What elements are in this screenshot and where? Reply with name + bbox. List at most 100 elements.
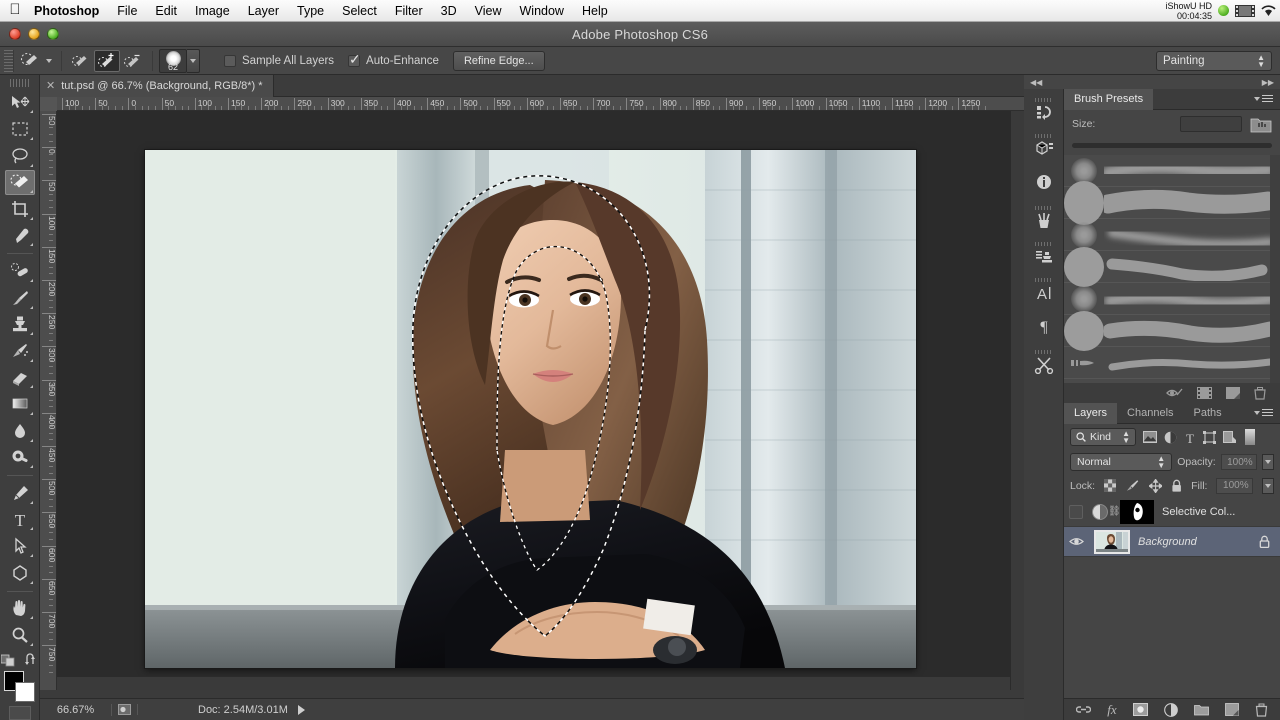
- shape-tool-button[interactable]: [5, 560, 35, 586]
- brush-panel-icon[interactable]: [1028, 201, 1060, 235]
- brush-list-scrollbar[interactable]: [1270, 155, 1280, 383]
- hand-tool-button[interactable]: [5, 596, 35, 622]
- brush-presets-menu-button[interactable]: [1254, 95, 1273, 103]
- zoom-level[interactable]: 66.67%: [40, 703, 112, 716]
- panel-drag-handle[interactable]: [1034, 350, 1053, 354]
- document-tab[interactable]: ✕ tut.psd @ 66.7% (Background, RGB/8*) *: [40, 74, 274, 97]
- history-brush-tool-button[interactable]: [5, 338, 35, 364]
- fill-dropdown[interactable]: [1261, 477, 1274, 494]
- new-layer-icon[interactable]: [1224, 703, 1239, 716]
- layer-thumbnail[interactable]: [1094, 529, 1130, 554]
- list-item[interactable]: [1064, 310, 1280, 351]
- layer-mask-thumbnail[interactable]: [1120, 499, 1154, 524]
- horizontal-ruler[interactable]: 100 50 0 50 100 150 200 250 300 350 400 450 500 550 60…: [40, 97, 1024, 111]
- auto-enhance-checkbox[interactable]: Auto-Enhance: [348, 51, 453, 68]
- move-tool-button[interactable]: [5, 90, 35, 116]
- wifi-icon[interactable]: [1261, 4, 1276, 17]
- tool-preset-dropdown[interactable]: [43, 58, 55, 63]
- subtract-from-selection-mode-button[interactable]: [120, 50, 146, 72]
- brush-presets-list[interactable]: [1064, 155, 1280, 383]
- menu-edit[interactable]: Edit: [146, 0, 186, 22]
- fill-value[interactable]: 100%: [1216, 477, 1253, 494]
- menu-view[interactable]: View: [466, 0, 511, 22]
- canvas-horizontal-scrollbar[interactable]: [57, 676, 1010, 690]
- brush-size-picker[interactable]: 62: [159, 48, 200, 73]
- active-tool-icon[interactable]: [17, 50, 43, 72]
- lock-image-pixels-icon[interactable]: [1125, 479, 1139, 492]
- delete-layer-icon[interactable]: [1255, 703, 1268, 717]
- status-thumbnail-icon[interactable]: [112, 704, 138, 715]
- menu-app-photoshop[interactable]: Photoshop: [30, 0, 108, 22]
- close-icon[interactable]: ✕: [46, 79, 55, 92]
- menu-help[interactable]: Help: [573, 0, 617, 22]
- brush-preview[interactable]: 62: [159, 48, 187, 73]
- dock-collapse-bar[interactable]: ◀◀ ▶▶: [1024, 75, 1280, 89]
- swap-colors-icon[interactable]: [24, 653, 39, 667]
- layer-visibility-toggle[interactable]: [1064, 504, 1088, 519]
- type-tool-button[interactable]: T: [5, 507, 35, 533]
- clone-stamp-tool-button[interactable]: [5, 312, 35, 338]
- opacity-value[interactable]: 100%: [1220, 454, 1257, 470]
- lasso-tool-button[interactable]: [5, 143, 35, 169]
- add-to-selection-mode-button[interactable]: [94, 49, 120, 72]
- panel-dock-icon[interactable]: [1226, 387, 1240, 399]
- panel-drag-handle[interactable]: [1034, 206, 1053, 210]
- filmstrip-icon[interactable]: [1197, 387, 1212, 399]
- layer-kind-filter[interactable]: Kind ▲ ▼: [1070, 428, 1136, 446]
- info-panel-icon[interactable]: [1028, 165, 1060, 199]
- dodge-tool-button[interactable]: [5, 445, 35, 471]
- eraser-tool-button[interactable]: [5, 365, 35, 391]
- panel-drag-handle[interactable]: [1034, 242, 1053, 246]
- table-row[interactable]: ⛓ Selective Col...: [1064, 497, 1280, 527]
- menu-select[interactable]: Select: [333, 0, 386, 22]
- recording-indicator-icon[interactable]: [1218, 5, 1229, 16]
- link-layers-icon[interactable]: [1076, 704, 1092, 715]
- new-group-icon[interactable]: [1193, 703, 1209, 716]
- menu-image[interactable]: Image: [186, 0, 239, 22]
- shape-filter-icon[interactable]: [1203, 430, 1216, 444]
- adjustment-filter-icon[interactable]: [1164, 431, 1177, 444]
- brush-size-slider[interactable]: [1064, 138, 1280, 152]
- filter-toggle-switch[interactable]: [1245, 429, 1255, 445]
- collapse-right-icon[interactable]: ▶▶: [1262, 78, 1274, 87]
- menu-layer[interactable]: Layer: [239, 0, 288, 22]
- default-colors-icon[interactable]: [0, 653, 17, 667]
- sample-all-layers-checkbox[interactable]: Sample All Layers: [224, 54, 348, 67]
- character-panel-icon[interactable]: A: [1028, 273, 1060, 307]
- tool-presets-panel-icon[interactable]: [1028, 345, 1060, 379]
- status-expand-arrow-icon[interactable]: [297, 704, 305, 715]
- tab-channels[interactable]: Channels: [1117, 403, 1183, 424]
- canvas-area[interactable]: [57, 111, 1024, 690]
- lock-all-icon[interactable]: [1171, 479, 1182, 493]
- list-item[interactable]: [1064, 246, 1280, 287]
- lock-transparent-pixels-icon[interactable]: [1104, 479, 1117, 492]
- mask-link-icon[interactable]: ⛓: [1108, 506, 1121, 517]
- marquee-tool-button[interactable]: [5, 116, 35, 142]
- type-filter-icon[interactable]: T: [1184, 431, 1196, 444]
- collapse-left-icon[interactable]: ◀◀: [1030, 78, 1042, 87]
- tab-layers[interactable]: Layers: [1064, 402, 1118, 424]
- healing-brush-tool-button[interactable]: [5, 258, 35, 284]
- paragraph-panel-icon[interactable]: ¶: [1028, 309, 1060, 343]
- panel-drag-handle[interactable]: [1034, 134, 1053, 138]
- panel-drag-handle[interactable]: [1034, 98, 1053, 102]
- workspace-switcher[interactable]: Painting ▲ ▼: [1156, 50, 1272, 71]
- color-swatches[interactable]: [3, 670, 37, 703]
- menu-3d[interactable]: 3D: [432, 0, 466, 22]
- blend-mode-select[interactable]: Normal ▲ ▼: [1070, 453, 1173, 471]
- tools-panel-grip[interactable]: [9, 79, 30, 87]
- document-image[interactable]: [145, 150, 916, 668]
- fx-icon[interactable]: fx: [1107, 702, 1116, 718]
- list-item[interactable]: [1064, 347, 1280, 379]
- tab-paths[interactable]: Paths: [1184, 403, 1232, 424]
- adjustment-layer-icon[interactable]: [1163, 702, 1178, 717]
- vertical-ruler[interactable]: 5005010015020025030035040045050055060065…: [40, 111, 57, 690]
- selective-color-adjustment-icon[interactable]: [1092, 503, 1108, 520]
- brush-folder-icon[interactable]: [1250, 114, 1272, 134]
- film-icon[interactable]: [1235, 4, 1255, 18]
- history-panel-icon[interactable]: [1028, 93, 1060, 127]
- eyedropper-tool-button[interactable]: [5, 223, 35, 249]
- gradient-tool-button[interactable]: [5, 391, 35, 417]
- apple-logo-icon[interactable]: : [0, 2, 30, 19]
- brush-tool-button[interactable]: [5, 285, 35, 311]
